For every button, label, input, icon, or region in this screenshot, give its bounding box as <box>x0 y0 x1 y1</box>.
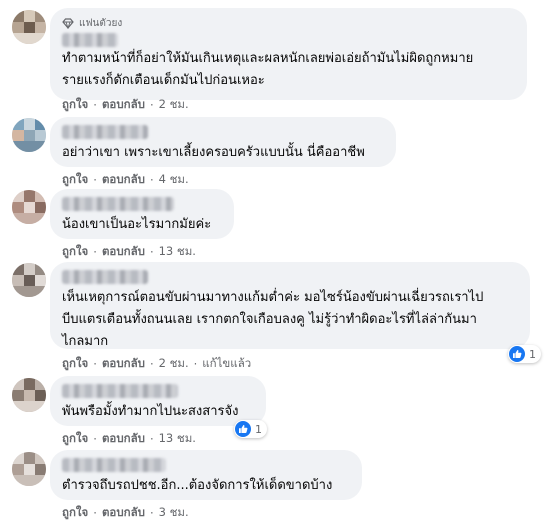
comment-text: ตำรวจถึบรถปชช.อีก...ต้องจัดการให้เด็ดขาด… <box>62 478 333 493</box>
avatar[interactable] <box>12 263 46 297</box>
comment-actions: ถูกใจ · ตอบกลับ · 13 ชม. <box>62 243 196 261</box>
commenter-name-blurred[interactable] <box>62 125 148 139</box>
comment-text: อย่าว่าเขา เพราะเขาเลี้ยงครอบครัวแบบนั้น… <box>62 145 365 160</box>
separator: · <box>93 506 97 520</box>
comment-bubble: แฟนตัวยง ทำตามหน้าที่ก็อย่าให้มันเกินเหต… <box>50 8 527 100</box>
timestamp[interactable]: 4 ชม. <box>159 171 189 189</box>
comment-actions: ถูกใจ · ตอบกลับ · 2 ชม. <box>62 96 189 114</box>
avatar[interactable] <box>12 10 46 44</box>
comment-text: น้องเขาเป็นอะไรมากมัยค่ะ <box>62 217 212 232</box>
reaction-summary[interactable]: 1 <box>508 345 541 363</box>
comment-text: ทำตามหน้าที่ก็อย่าให้มันเกินเหตุและผลหนั… <box>62 51 474 88</box>
separator: · <box>149 506 154 520</box>
timestamp[interactable]: 2 ชม. <box>159 355 189 373</box>
reaction-count: 1 <box>529 347 536 361</box>
reaction-count: 1 <box>255 422 262 436</box>
like-button[interactable]: ถูกใจ <box>62 243 88 261</box>
timestamp[interactable]: 2 ชม. <box>159 96 189 114</box>
commenter-name-blurred[interactable] <box>62 33 118 47</box>
separator: · <box>149 98 154 112</box>
avatar[interactable] <box>12 118 46 152</box>
reply-button[interactable]: ตอบกลับ <box>102 430 145 448</box>
separator: · <box>93 98 97 112</box>
comment-actions: ถูกใจ · ตอบกลับ · 3 ชม. <box>62 504 189 522</box>
reaction-summary[interactable]: 1 <box>234 420 267 438</box>
separator: · <box>149 173 154 187</box>
separator: · <box>149 357 154 371</box>
avatar[interactable] <box>12 190 46 224</box>
timestamp[interactable]: 13 ชม. <box>159 430 196 448</box>
reply-button[interactable]: ตอบกลับ <box>102 171 145 189</box>
comment-bubble: เห็นเหตุการณ์ตอนขับผ่านมาทางแก้มต่ำค่ะ ม… <box>50 262 530 349</box>
separator: · <box>93 357 97 371</box>
comment-bubble: น้องเขาเป็นอะไรมากมัยค่ะ <box>50 189 234 239</box>
commenter-name-blurred[interactable] <box>62 384 178 398</box>
edited-label[interactable]: แก้ไขแล้ว <box>202 355 251 373</box>
reply-button[interactable]: ตอบกลับ <box>102 96 145 114</box>
comment-bubble: ตำรวจถึบรถปชช.อีก...ต้องจัดการให้เด็ดขาด… <box>50 450 362 500</box>
reply-button[interactable]: ตอบกลับ <box>102 504 145 522</box>
separator: · <box>93 245 97 259</box>
separator: · <box>149 432 154 446</box>
like-button[interactable]: ถูกใจ <box>62 504 88 522</box>
timestamp[interactable]: 3 ชม. <box>159 504 189 522</box>
reply-button[interactable]: ตอบกลับ <box>102 243 145 261</box>
comment-text: พันพรือมั้งทำมากไปนะสงสารจัง <box>62 404 239 419</box>
avatar[interactable] <box>12 452 46 486</box>
comment-bubble: พันพรือมั้งทำมากไปนะสงสารจัง <box>50 376 266 426</box>
separator: · <box>93 432 97 446</box>
fan-badge: แฟนตัวยง <box>62 16 515 31</box>
comment-actions: ถูกใจ · ตอบกลับ · 4 ชม. <box>62 171 189 189</box>
like-button[interactable]: ถูกใจ <box>62 430 88 448</box>
avatar[interactable] <box>12 378 46 412</box>
like-icon <box>509 346 525 362</box>
commenter-name-blurred[interactable] <box>62 270 148 284</box>
like-button[interactable]: ถูกใจ <box>62 96 88 114</box>
separator: · <box>149 245 154 259</box>
separator: · <box>193 357 198 371</box>
commenter-name-blurred[interactable] <box>62 197 174 211</box>
like-icon <box>235 421 251 437</box>
like-button[interactable]: ถูกใจ <box>62 355 88 373</box>
comment-text: เห็นเหตุการณ์ตอนขับผ่านมาทางแก้มต่ำค่ะ ม… <box>62 290 484 349</box>
comment-bubble: อย่าว่าเขา เพราะเขาเลี้ยงครอบครัวแบบนั้น… <box>50 117 396 167</box>
badge-label: แฟนตัวยง <box>79 18 123 29</box>
comment-actions: ถูกใจ · ตอบกลับ · 2 ชม. · แก้ไขแล้ว <box>62 355 251 373</box>
like-button[interactable]: ถูกใจ <box>62 171 88 189</box>
reply-button[interactable]: ตอบกลับ <box>102 355 145 373</box>
timestamp[interactable]: 13 ชม. <box>159 243 196 261</box>
commenter-name-blurred[interactable] <box>62 458 166 472</box>
comment-actions: ถูกใจ · ตอบกลับ · 13 ชม. <box>62 430 196 448</box>
separator: · <box>93 173 97 187</box>
diamond-icon <box>62 18 74 29</box>
